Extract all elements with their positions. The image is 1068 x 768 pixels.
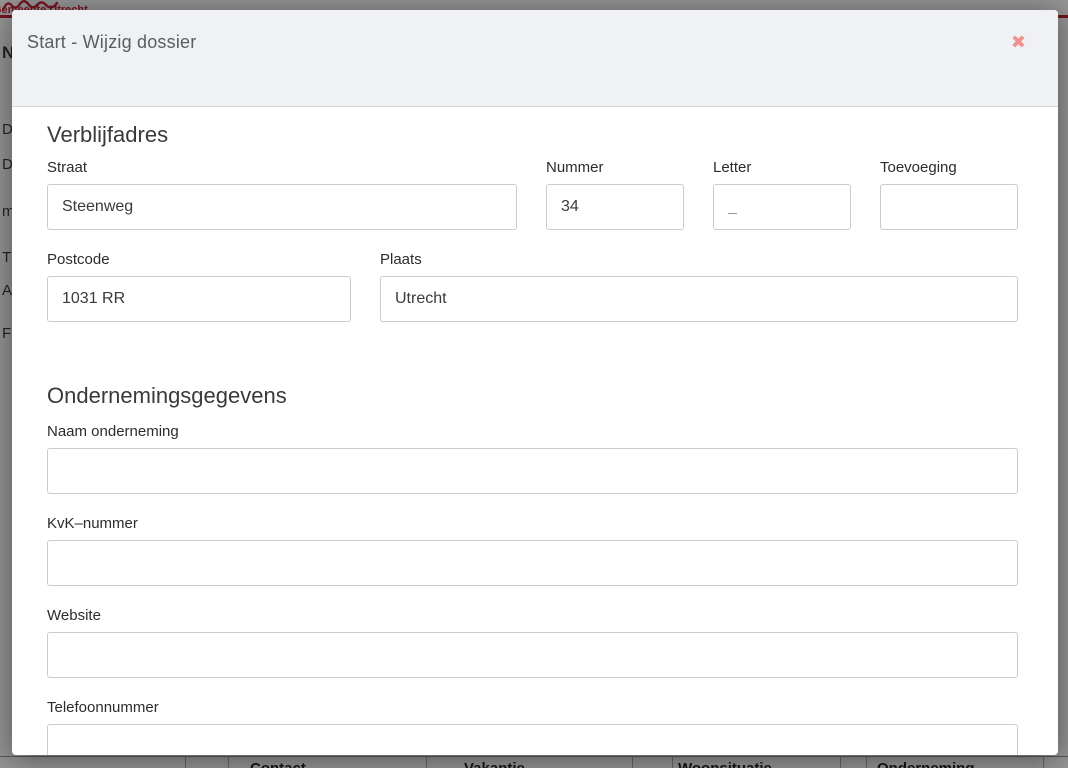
close-icon[interactable]: ✖	[1007, 32, 1030, 54]
telefoonnummer-input[interactable]	[47, 724, 1018, 755]
nummer-label: Nummer	[546, 159, 684, 177]
section-heading-ondernemingsgegevens: Ondernemingsgegevens	[47, 382, 1018, 410]
dialog-header: Start - Wijzig dossier ✖	[12, 10, 1058, 107]
nummer-input[interactable]	[546, 184, 684, 230]
straat-input[interactable]	[47, 184, 517, 230]
postcode-label: Postcode	[47, 251, 351, 269]
field-kvk-nummer: KvK–nummer	[47, 515, 1018, 586]
plaats-input[interactable]	[380, 276, 1018, 322]
website-label: Website	[47, 607, 1018, 625]
field-toevoeging: Toevoeging	[880, 159, 1018, 230]
address-row-1: Straat Nummer Letter Toevoeging	[47, 159, 1018, 251]
straat-label: Straat	[47, 159, 517, 177]
address-row-2: Postcode Plaats	[47, 251, 1018, 343]
dialog-title: Start - Wijzig dossier	[27, 32, 196, 53]
toevoeging-input[interactable]	[880, 184, 1018, 230]
field-naam-onderneming: Naam onderneming	[47, 423, 1018, 494]
field-postcode: Postcode	[47, 251, 351, 322]
section-heading-verblijfadres: Verblijfadres	[47, 121, 1018, 149]
postcode-input[interactable]	[47, 276, 351, 322]
field-nummer: Nummer	[546, 159, 684, 230]
letter-label: Letter	[713, 159, 851, 177]
kvk-nummer-label: KvK–nummer	[47, 515, 1018, 533]
plaats-label: Plaats	[380, 251, 1018, 269]
wijzig-dossier-dialog: Start - Wijzig dossier ✖ Verblijfadres S…	[12, 10, 1058, 755]
field-website: Website	[47, 607, 1018, 678]
field-telefoonnummer: Telefoonnummer	[47, 699, 1018, 755]
field-letter: Letter	[713, 159, 851, 230]
naam-onderneming-input[interactable]	[47, 448, 1018, 494]
field-straat: Straat	[47, 159, 517, 230]
field-plaats: Plaats	[380, 251, 1018, 322]
letter-input[interactable]	[713, 184, 851, 230]
dialog-body: Verblijfadres Straat Nummer Letter Toevo…	[12, 107, 1058, 755]
kvk-nummer-input[interactable]	[47, 540, 1018, 586]
telefoonnummer-label: Telefoonnummer	[47, 699, 1018, 717]
website-input[interactable]	[47, 632, 1018, 678]
naam-onderneming-label: Naam onderneming	[47, 423, 1018, 441]
toevoeging-label: Toevoeging	[880, 159, 1018, 177]
